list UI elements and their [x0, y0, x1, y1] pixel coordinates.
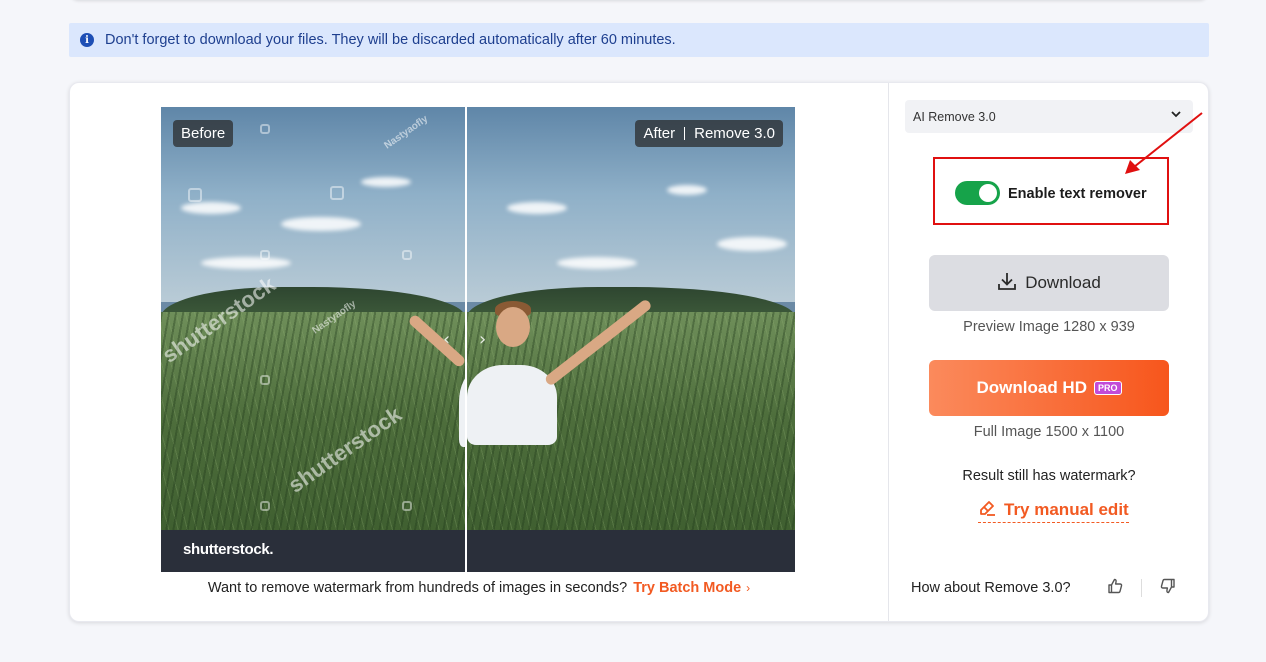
- notice-banner: i Don't forget to download your files. T…: [69, 23, 1209, 57]
- download-icon: [997, 271, 1017, 296]
- text-remover-toggle[interactable]: [955, 181, 1000, 205]
- watermark-brand: shutterstock.: [183, 541, 274, 558]
- feedback-divider: [1141, 579, 1142, 597]
- side-panel: AI Remove 3.0 Enable text remover Downlo…: [889, 83, 1209, 621]
- thumbs-down-icon[interactable]: [1160, 578, 1176, 599]
- batch-text: Want to remove watermark from hundreds o…: [207, 580, 628, 596]
- after-label: After: [643, 125, 676, 142]
- preview-info: Preview Image 1280 x 939: [963, 319, 1135, 335]
- cleaned-band: [467, 530, 795, 572]
- split-handle[interactable]: [465, 107, 467, 572]
- after-tag: After Remove 3.0: [635, 120, 783, 147]
- batch-promo: Want to remove watermark from hundreds o…: [70, 580, 888, 596]
- text-remover-label: Enable text remover: [1008, 186, 1147, 202]
- full-image-info: Full Image 1500 x 1100: [973, 424, 1125, 440]
- eraser-icon: [978, 498, 996, 521]
- chevron-right-icon[interactable]: ›: [479, 329, 486, 350]
- before-tag: Before: [173, 120, 234, 147]
- before-image: Nastyaofly Nastyaofly shutterstock shutt…: [161, 107, 465, 572]
- watermark-band: shutterstock.: [161, 530, 465, 572]
- annotation-highlight-box: Enable text remover: [933, 157, 1169, 225]
- try-manual-edit-link[interactable]: Try manual edit: [978, 497, 1129, 523]
- download-button[interactable]: Download: [929, 255, 1169, 311]
- manual-edit-label: Try manual edit: [1004, 499, 1129, 519]
- notice-text: Don't forget to download your files. The…: [105, 32, 676, 48]
- download-label: Download: [1025, 273, 1101, 292]
- still-watermark-question: Result still has watermark?: [962, 468, 1136, 484]
- try-batch-mode-link[interactable]: Try Batch Mode: [633, 580, 741, 596]
- download-hd-button[interactable]: Download HD PRO: [929, 360, 1169, 416]
- result-card: Nastyaofly Nastyaofly shutterstock shutt…: [69, 82, 1209, 622]
- info-icon: i: [80, 33, 94, 47]
- download-hd-label: Download HD: [976, 378, 1087, 397]
- feedback-question: How about Remove 3.0?: [911, 580, 1071, 596]
- chevron-down-icon: [1171, 109, 1181, 121]
- model-select[interactable]: AI Remove 3.0: [905, 100, 1193, 133]
- after-version: Remove 3.0: [694, 125, 775, 142]
- thumbs-up-icon[interactable]: [1107, 578, 1123, 599]
- model-select-value: AI Remove 3.0: [913, 109, 996, 124]
- pro-badge: PRO: [1093, 381, 1122, 395]
- after-image: After Remove 3.0: [467, 107, 795, 572]
- before-after-comparison[interactable]: Nastyaofly Nastyaofly shutterstock shutt…: [161, 107, 795, 572]
- chevron-right-icon: ›: [746, 581, 751, 595]
- chevron-left-icon[interactable]: ‹: [443, 329, 450, 350]
- before-label: Before: [181, 125, 226, 142]
